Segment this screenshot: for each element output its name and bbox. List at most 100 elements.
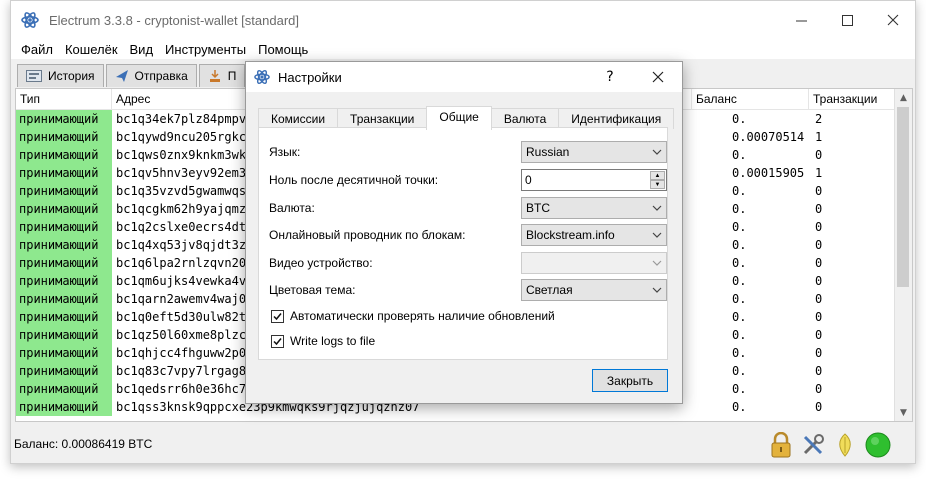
status-balance: Баланс: 0.00086419 BTC bbox=[14, 437, 153, 451]
auto-update-checkbox-row[interactable]: Автоматически проверять наличие обновлен… bbox=[271, 307, 555, 325]
decimal-zeros-label: Ноль после десятичной точки: bbox=[269, 173, 439, 187]
theme-select[interactable]: Светлая bbox=[521, 279, 667, 301]
row-transactions: 2 bbox=[815, 112, 823, 126]
write-logs-label: Write logs to file bbox=[290, 334, 376, 348]
checkbox-checked-icon[interactable] bbox=[271, 309, 284, 323]
title-bar: Electrum 3.3.8 - cryptonist-wallet [stan… bbox=[11, 1, 915, 39]
row-transactions: 0 bbox=[815, 238, 823, 252]
scrollbar-thumb[interactable] bbox=[897, 107, 909, 287]
checkbox-checked-icon[interactable] bbox=[271, 334, 284, 348]
tab-send-label: Отправка bbox=[134, 69, 188, 83]
status-bar: Баланс: 0.00086419 BTC bbox=[11, 425, 915, 463]
explorer-select[interactable]: Blockstream.info bbox=[521, 224, 667, 246]
row-type: принимающий bbox=[16, 398, 112, 416]
language-select[interactable]: Russian bbox=[521, 141, 667, 163]
decimal-zeros-value: 0 bbox=[525, 173, 532, 187]
tab-receive[interactable]: П bbox=[198, 64, 246, 87]
menu-wallet[interactable]: Кошелёк bbox=[59, 42, 124, 57]
row-balance: 0. bbox=[732, 400, 747, 414]
row-balance: 0. bbox=[732, 292, 747, 306]
currency-label: Валюта: bbox=[269, 201, 315, 215]
row-type: принимающий bbox=[16, 326, 112, 344]
row-balance: 0. bbox=[732, 220, 747, 234]
help-button[interactable]: ? bbox=[590, 62, 630, 92]
menu-bar: Файл Кошелёк Вид Инструменты Помощь bbox=[11, 39, 915, 59]
row-type: принимающий bbox=[16, 254, 112, 272]
header-transactions[interactable]: Транзакции bbox=[809, 89, 895, 109]
row-transactions: 0 bbox=[815, 292, 823, 306]
close-window-button[interactable] bbox=[870, 1, 915, 39]
menu-file[interactable]: Файл bbox=[15, 42, 59, 57]
tab-history[interactable]: История bbox=[17, 64, 104, 87]
currency-row: Валюта: BTC bbox=[269, 197, 667, 219]
row-balance: 0. bbox=[732, 148, 747, 162]
row-type: принимающий bbox=[16, 380, 112, 398]
chevron-down-icon bbox=[652, 202, 662, 217]
row-balance: 0. bbox=[732, 382, 747, 396]
row-transactions: 0 bbox=[815, 328, 823, 342]
dialog-title: Настройки bbox=[278, 69, 342, 85]
row-balance: 0. bbox=[732, 274, 747, 288]
minimize-button[interactable] bbox=[778, 1, 824, 39]
tab-fees[interactable]: Комиссии bbox=[258, 108, 339, 129]
decimal-zeros-spinbox[interactable]: 0 ▲ ▼ bbox=[521, 169, 667, 191]
menu-help[interactable]: Помощь bbox=[252, 42, 314, 57]
row-type: принимающий bbox=[16, 344, 112, 362]
tab-send[interactable]: Отправка bbox=[105, 64, 197, 87]
scroll-up-arrow-icon[interactable]: ▲ bbox=[895, 89, 912, 106]
row-type: принимающий bbox=[16, 236, 112, 254]
tab-history-label: История bbox=[48, 69, 95, 83]
row-balance: 0. bbox=[732, 328, 747, 342]
theme-value: Светлая bbox=[526, 283, 573, 297]
tab-identity[interactable]: Идентификация bbox=[558, 108, 675, 129]
tab-transactions[interactable]: Транзакции bbox=[337, 108, 428, 129]
row-transactions: 0 bbox=[815, 220, 823, 234]
spin-up-icon[interactable]: ▲ bbox=[650, 171, 665, 180]
currency-select[interactable]: BTC bbox=[521, 197, 667, 219]
tab-currency[interactable]: Валюта bbox=[490, 108, 560, 129]
maximize-button[interactable] bbox=[824, 1, 870, 39]
video-device-row: Видео устройство: bbox=[269, 252, 667, 274]
row-transactions: 0 bbox=[815, 256, 823, 270]
row-transactions: 0 bbox=[815, 400, 823, 414]
menu-tools[interactable]: Инструменты bbox=[159, 42, 252, 57]
row-balance: 0.00070514 bbox=[732, 130, 805, 144]
video-device-select[interactable] bbox=[521, 252, 667, 274]
menu-view[interactable]: Вид bbox=[124, 42, 160, 57]
history-icon bbox=[26, 70, 42, 82]
electrum-logo-icon bbox=[254, 69, 270, 85]
tab-general[interactable]: Общие bbox=[426, 106, 492, 130]
window-title: Electrum 3.3.8 - cryptonist-wallet [stan… bbox=[49, 12, 299, 28]
currency-value: BTC bbox=[526, 201, 550, 215]
row-balance: 0. bbox=[732, 346, 747, 360]
row-type: принимающий bbox=[16, 272, 112, 290]
header-balance[interactable]: Баланс bbox=[692, 89, 809, 109]
vertical-scrollbar[interactable]: ▲ ▼ bbox=[894, 89, 912, 421]
header-type[interactable]: Тип bbox=[16, 89, 112, 109]
decimal-zeros-row: Ноль после десятичной точки: 0 ▲ ▼ bbox=[269, 169, 667, 191]
language-row: Язык: Russian bbox=[269, 141, 667, 163]
row-type: принимающий bbox=[16, 290, 112, 308]
network-status-icon[interactable] bbox=[864, 431, 892, 459]
row-balance: 0. bbox=[732, 310, 747, 324]
write-logs-checkbox-row[interactable]: Write logs to file bbox=[271, 332, 375, 350]
seed-icon[interactable] bbox=[831, 431, 859, 459]
row-type: принимающий bbox=[16, 110, 112, 128]
tab-receive-label: П bbox=[227, 69, 237, 83]
row-transactions: 0 bbox=[815, 364, 823, 378]
language-label: Язык: bbox=[269, 145, 301, 159]
row-type: принимающий bbox=[16, 308, 112, 326]
close-button[interactable]: Закрыть bbox=[592, 369, 668, 392]
preferences-tools-icon[interactable] bbox=[799, 431, 827, 459]
row-transactions: 1 bbox=[815, 130, 823, 144]
lock-icon[interactable] bbox=[767, 431, 795, 459]
row-type: принимающий bbox=[16, 164, 112, 182]
dialog-close-button[interactable] bbox=[638, 62, 678, 92]
explorer-label: Онлайновый проводник по блокам: bbox=[269, 228, 466, 242]
row-type: принимающий bbox=[16, 182, 112, 200]
row-balance: 0. bbox=[732, 202, 747, 216]
language-value: Russian bbox=[526, 145, 570, 159]
scroll-down-arrow-icon[interactable]: ▼ bbox=[895, 404, 912, 421]
spin-down-icon[interactable]: ▼ bbox=[650, 180, 665, 189]
row-transactions: 0 bbox=[815, 382, 823, 396]
